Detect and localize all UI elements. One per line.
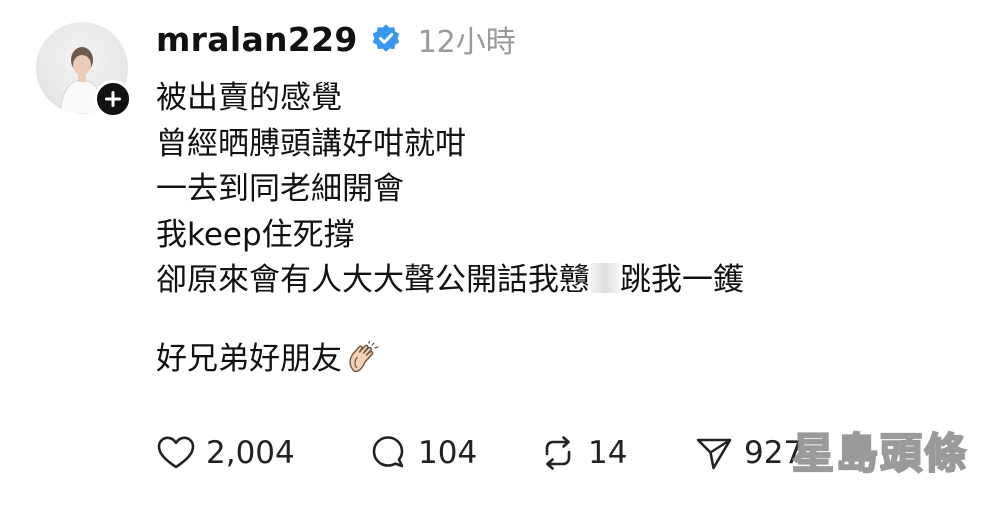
follow-button[interactable]: [94, 80, 132, 118]
like-count: 2,004: [206, 435, 295, 471]
repost-icon: [545, 436, 571, 470]
heart-icon: [157, 436, 195, 469]
username[interactable]: mralan229: [156, 20, 358, 59]
threads-post: mralan229 12小時 被出賣的感覺 曾經晒膊頭講好咁就咁 一去到同老細開…: [0, 0, 983, 506]
like-button[interactable]: 2,004: [156, 433, 368, 473]
post-text-line-5: 卻原來會有人大大聲公開話我戇 跳我一鑊: [156, 258, 916, 304]
post-timestamp: 12小時: [417, 25, 516, 60]
post-text-line: 被出賣的感覺: [156, 80, 342, 116]
avatar-container[interactable]: [36, 22, 132, 118]
redacted-character: [591, 263, 619, 293]
post-text-line: 曾經晒膊頭講好咁就咁: [156, 125, 466, 162]
clapping-hands-icon: [349, 340, 379, 372]
post-text-line: 我keep住死撐: [156, 216, 355, 253]
repost-button[interactable]: 14: [538, 433, 694, 473]
post-text-line-6: 好兄弟好朋友: [156, 337, 916, 383]
post-text-segment: 好兄弟好朋友: [156, 340, 342, 377]
verified-badge-icon: [372, 24, 399, 52]
action-bar: 2,004 104 14 927: [156, 428, 803, 478]
plus-icon: [105, 91, 121, 107]
post-text-segment: 卻原來會有人大大聲公開話我戇: [156, 262, 590, 298]
send-icon: [696, 438, 732, 470]
reply-count: 104: [418, 435, 478, 471]
share-count: 927: [744, 435, 804, 471]
post-body: 被出賣的感覺 曾經晒膊頭講好咁就咁 一去到同老細開會 我keep住死撐 卻原來會…: [156, 76, 916, 382]
comment-icon: [372, 436, 404, 468]
reply-button[interactable]: 104: [368, 433, 538, 473]
post-header: mralan229 12小時: [156, 14, 516, 64]
post-text-segment: 跳我一鑊: [620, 262, 744, 298]
watermark-text: 星島頭條: [791, 428, 968, 479]
share-button[interactable]: 927: [694, 433, 803, 473]
repost-count: 14: [588, 435, 628, 471]
post-text-line: 一去到同老細開會: [156, 171, 404, 207]
